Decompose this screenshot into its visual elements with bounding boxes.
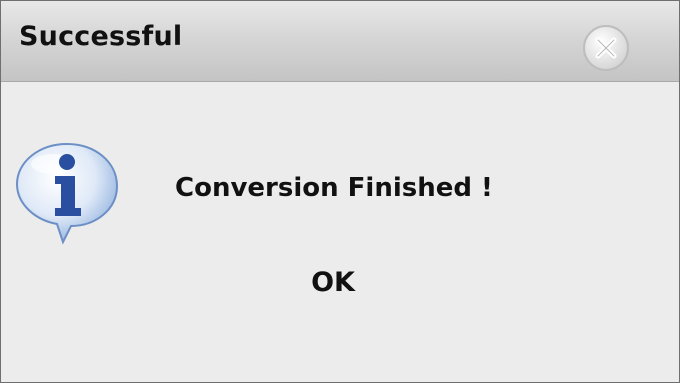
dialog-titlebar[interactable]: Successful xyxy=(1,1,679,82)
status-message: Conversion Finished ! xyxy=(175,173,493,203)
close-button[interactable] xyxy=(583,25,629,71)
dialog-body: Conversion Finished ! OK xyxy=(1,82,679,382)
dialog-title: Successful xyxy=(19,21,183,52)
ok-button[interactable]: OK xyxy=(291,260,375,304)
close-icon xyxy=(595,37,617,59)
conversion-dialog: Successful Conversion Finished ! OK xyxy=(0,0,680,383)
info-icon xyxy=(15,142,119,245)
